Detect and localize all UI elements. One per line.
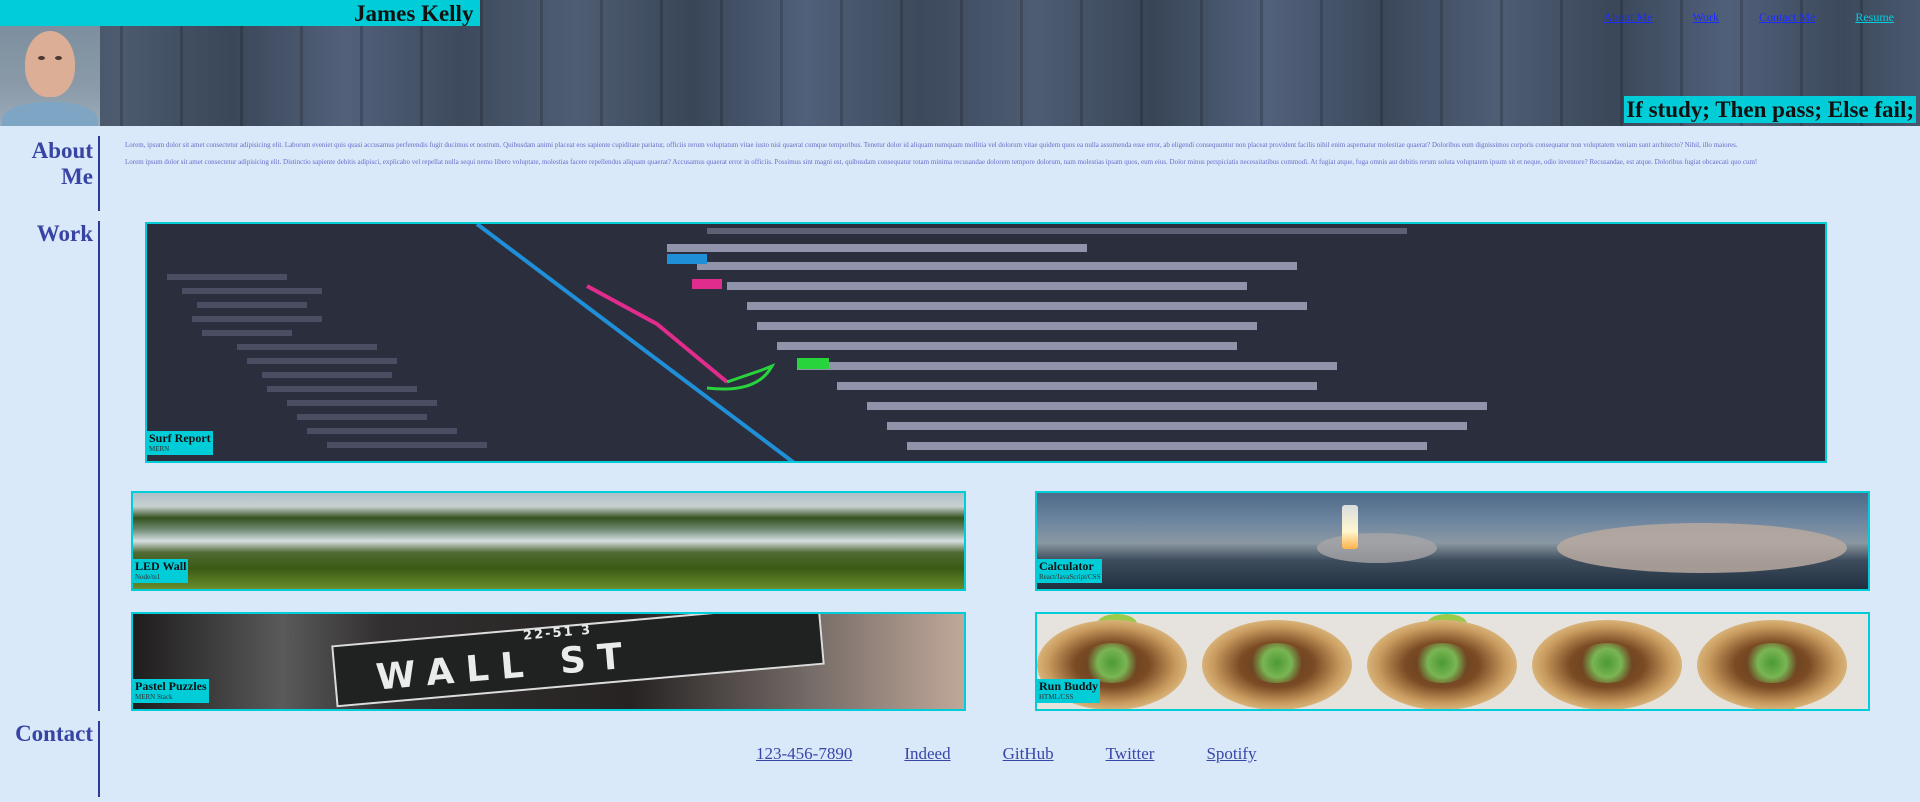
project-label: LED Wall Node/ts1 — [133, 559, 189, 583]
project-label: Run Buddy HTML/CSS — [1037, 679, 1101, 703]
contact-divider — [98, 721, 100, 797]
contact-phone-link[interactable]: 123-456-7890 — [756, 744, 852, 764]
rocket-icon — [1342, 505, 1358, 549]
project-title: Pastel Puzzles — [135, 679, 207, 693]
project-title: Surf Report — [149, 431, 211, 445]
project-label: Pastel Puzzles MERN Stack — [133, 679, 209, 703]
wall-street-sign: 22-51 3 WALL ST — [331, 614, 825, 708]
project-title: LED Wall — [135, 559, 187, 573]
project-tech: HTML/CSS — [1039, 693, 1074, 701]
contact-spotify-link[interactable]: Spotify — [1206, 744, 1256, 764]
project-title: Calculator — [1039, 559, 1094, 573]
project-tech: MERN Stack — [135, 693, 173, 701]
about-heading: About Me — [20, 138, 93, 190]
contact-indeed-link[interactable]: Indeed — [904, 744, 950, 764]
project-card-calculator[interactable]: Calculator React/JavaScript/CSS — [1035, 491, 1870, 591]
about-heading-line1: About — [31, 138, 93, 163]
project-card-pastel-puzzles[interactable]: 22-51 3 WALL ST Pastel Puzzles MERN Stac… — [131, 612, 966, 711]
about-heading-line2: Me — [61, 164, 93, 189]
contact-heading: Contact — [15, 721, 93, 746]
project-label: Calculator React/JavaScript/CSS — [1037, 559, 1103, 583]
work-heading: Work — [36, 221, 93, 246]
about-text: Lorem, ipsum dolor sit amet consectetur … — [125, 141, 1875, 175]
nav-resume[interactable]: Resume — [1855, 10, 1894, 25]
about-paragraph: Lorem, ipsum dolor sit amet consectetur … — [125, 141, 1738, 149]
project-label: Surf Report MERN — [147, 431, 213, 455]
project-tech: React/JavaScript/CSS — [1039, 573, 1101, 581]
project-card-surf-report[interactable]: Surf Report MERN — [145, 222, 1827, 463]
sign-street: WALL ST — [374, 635, 636, 699]
project-tech: Node/ts1 — [135, 573, 161, 581]
avatar — [0, 26, 100, 126]
code-graph-illustration — [167, 224, 1487, 461]
site-title: James Kelly — [354, 1, 474, 26]
project-title: Run Buddy — [1039, 679, 1099, 693]
top-nav: About Me Work Contact Me Resume — [1604, 10, 1920, 25]
about-paragraph: Lorem ipsum dolor sit amet consectetur a… — [125, 158, 1758, 166]
work-divider — [98, 221, 100, 711]
about-divider — [98, 136, 100, 211]
contact-github-link[interactable]: GitHub — [1003, 744, 1054, 764]
contact-links: 123-456-7890 Indeed GitHub Twitter Spoti… — [756, 744, 1309, 764]
tagline: If study; Then pass; Else fail; — [1624, 96, 1916, 123]
nav-contact-me[interactable]: Contact Me — [1759, 10, 1815, 25]
nav-work[interactable]: Work — [1693, 10, 1719, 25]
nav-about-me[interactable]: About Me — [1604, 10, 1653, 25]
contact-twitter-link[interactable]: Twitter — [1106, 744, 1155, 764]
project-card-led-wall[interactable]: LED Wall Node/ts1 — [131, 491, 966, 591]
project-card-run-buddy[interactable]: Run Buddy HTML/CSS — [1035, 612, 1870, 711]
project-tech: MERN — [149, 445, 170, 453]
